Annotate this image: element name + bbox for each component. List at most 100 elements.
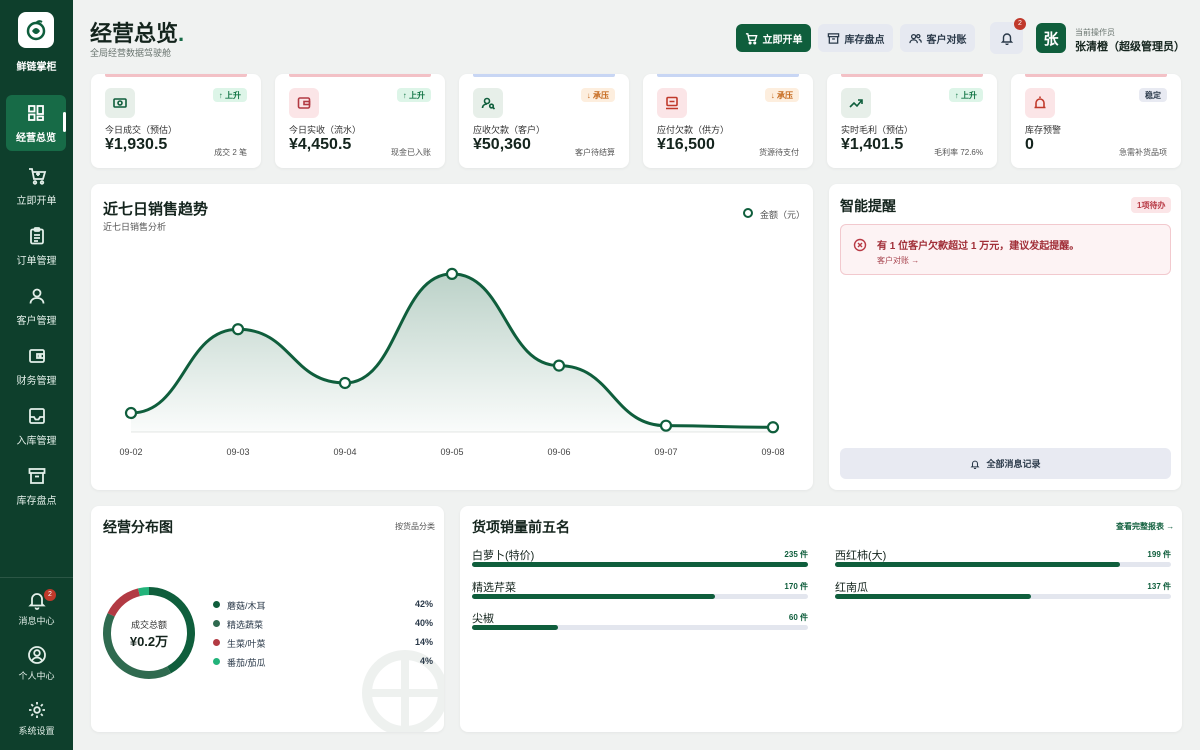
nav-item-messages[interactable]: 消息中心: [0, 590, 73, 627]
nav-item-stocktake[interactable]: 库存盘点: [0, 458, 73, 514]
distribution-title: 经营分布图: [103, 519, 173, 535]
page-title: 经营总览.: [90, 16, 184, 48]
kpi-value: ¥16,500: [657, 136, 715, 153]
x-tick-label: 09-02: [119, 447, 142, 457]
legend-label: 金额（元）: [760, 210, 806, 220]
kpi-accent-bar: [1025, 74, 1167, 77]
progress-fill: [472, 562, 808, 567]
brand-name: 鲜链掌柜: [16, 62, 57, 73]
trend-area-fill: [131, 273, 773, 432]
trend-data-point[interactable]: [552, 359, 566, 372]
avatar[interactable]: 张: [1036, 23, 1066, 53]
category-name: 精选蔬菜: [227, 620, 264, 630]
donut-center-value: ¥0.2万: [129, 634, 169, 649]
kpi-accent-bar: [105, 74, 247, 77]
nav-item-orders[interactable]: 订单管理: [0, 218, 73, 274]
kpi-label: 今日成交（预估）: [105, 125, 178, 135]
trend-data-point[interactable]: [766, 421, 780, 434]
nav-item-finance[interactable]: 财务管理: [0, 338, 73, 394]
nav-label: 经营总览: [16, 132, 56, 144]
inventory-button[interactable]: 库存盘点: [818, 24, 893, 52]
category-percent: 40%: [414, 618, 433, 628]
nav-label: 个人中心: [18, 671, 55, 681]
kpi-trend-badge: ↑ 上升: [396, 88, 431, 102]
reconcile-button[interactable]: 客户对账: [900, 24, 975, 52]
kpi-trend-badge: 稳定: [1139, 88, 1167, 102]
item-count: 199 件: [1147, 550, 1171, 559]
kpi-card[interactable]: ↑ 上升 今日成交（预估） ¥1,930.5 成交 2 笔: [91, 74, 261, 168]
kpi-card[interactable]: ↑ 上升 今日实收（流水） ¥4,450.5 现金已入账: [275, 74, 445, 168]
kpi-trend-badge: ↑ 上升: [212, 88, 247, 102]
nav-label: 库存盘点: [16, 495, 57, 507]
kpi-trend-badge: ↑ 上升: [948, 88, 983, 102]
nav-label: 消息中心: [18, 616, 55, 626]
distribution-legend-item: 精选蔬菜 40%: [213, 617, 433, 631]
trend-data-point[interactable]: [659, 419, 673, 432]
nav-item-overview[interactable]: 经营总览: [6, 95, 66, 151]
users-icon: [908, 33, 922, 43]
alert-item[interactable]: 有 1 位客户欠款超过 1 万元，建议发起提醒。 客户对账 →: [840, 224, 1171, 275]
kpi-card[interactable]: 稳定库存预警 0 急需补货品项: [1011, 74, 1181, 168]
nav-item-create-order[interactable]: 立即开单: [0, 158, 73, 214]
trend-data-point[interactable]: [231, 323, 245, 336]
leaf-logo-icon: [26, 20, 46, 41]
wallet-icon: [28, 348, 45, 363]
progress-track: [472, 625, 808, 630]
kpi-label: 库存预警: [1025, 125, 1062, 135]
nav-item-inbound[interactable]: 入库管理: [0, 398, 73, 454]
nav-item-settings[interactable]: 系统设置: [0, 700, 73, 737]
nav-label: 立即开单: [16, 195, 57, 207]
kpi-accent-bar: [841, 74, 983, 77]
kpi-card[interactable]: ↓ 承压 应付欠款（供方） ¥16,500 货源待支付: [643, 74, 813, 168]
trend-data-point[interactable]: [445, 267, 459, 281]
distribution-legend-item: 生菜/叶菜 14%: [213, 636, 433, 650]
app-logo[interactable]: [18, 12, 54, 48]
kpi-note: 急需补货品项: [1119, 148, 1167, 157]
progress-fill: [472, 625, 558, 630]
archive-icon: [827, 32, 839, 44]
trend-up-icon: [841, 88, 871, 118]
trend-title: 近七日销售趋势: [103, 201, 209, 218]
item-count: 235 件: [784, 550, 808, 559]
top-five-item: 红南瓜 137 件: [835, 579, 1171, 609]
page-title-text: 经营总览: [90, 21, 179, 46]
create-order-button[interactable]: 立即开单: [736, 24, 811, 52]
all-messages-button[interactable]: 全部消息记录: [840, 448, 1171, 479]
kpi-note: 货源待支付: [759, 148, 799, 157]
kpi-card[interactable]: ↑ 上升 实时毛利（预估） ¥1,401.5 毛利率 72.6%: [827, 74, 997, 168]
kpi-label: 实时毛利（预估）: [841, 125, 914, 135]
user-name[interactable]: 张清橙（超级管理员）: [1075, 38, 1185, 54]
error-icon: [853, 238, 867, 252]
user-role: 当前操作员: [1075, 28, 1115, 37]
progress-fill: [835, 562, 1120, 567]
kpi-card[interactable]: ↓ 承压 应收欠款（客户） ¥50,360 客户待结算: [459, 74, 629, 168]
cart-icon: [745, 32, 758, 44]
legend-marker: [743, 208, 753, 218]
full-report-link[interactable]: 查看完整报表 →: [1116, 521, 1174, 532]
legend-dot: [213, 639, 220, 646]
kpi-value: 0: [1025, 136, 1034, 153]
x-tick-label: 09-07: [654, 447, 677, 457]
top-five-item: 西红柿(大) 199 件: [835, 547, 1171, 577]
item-name: 尖椒: [472, 613, 494, 625]
create-order-label: 立即开单: [762, 34, 803, 46]
all-messages-label: 全部消息记录: [986, 459, 1041, 469]
alert-action-link[interactable]: 客户对账 →: [877, 255, 919, 266]
item-count: 170 件: [784, 582, 808, 591]
cash-icon: [105, 88, 135, 118]
nav-item-customers[interactable]: 客户管理: [0, 278, 73, 334]
item-name: 精选芹菜: [472, 582, 516, 594]
trend-data-point[interactable]: [338, 376, 352, 390]
x-tick-label: 09-08: [761, 447, 784, 457]
trend-data-point[interactable]: [124, 406, 138, 420]
nav-item-profile[interactable]: 个人中心: [0, 645, 73, 682]
category-name: 番茄/茄瓜: [227, 658, 266, 668]
bell-icon: [970, 460, 980, 469]
messages-count-badge: 2: [44, 589, 56, 601]
bell-icon: [1000, 33, 1013, 45]
item-name: 西红柿(大): [835, 550, 887, 562]
kpi-label: 今日实收（流水）: [289, 125, 362, 135]
trend-subtitle: 近七日销售分析: [103, 222, 167, 232]
distribution-filter[interactable]: 按货品分类: [395, 521, 435, 532]
top-five-item: 白萝卜(特价) 235 件: [472, 547, 808, 577]
